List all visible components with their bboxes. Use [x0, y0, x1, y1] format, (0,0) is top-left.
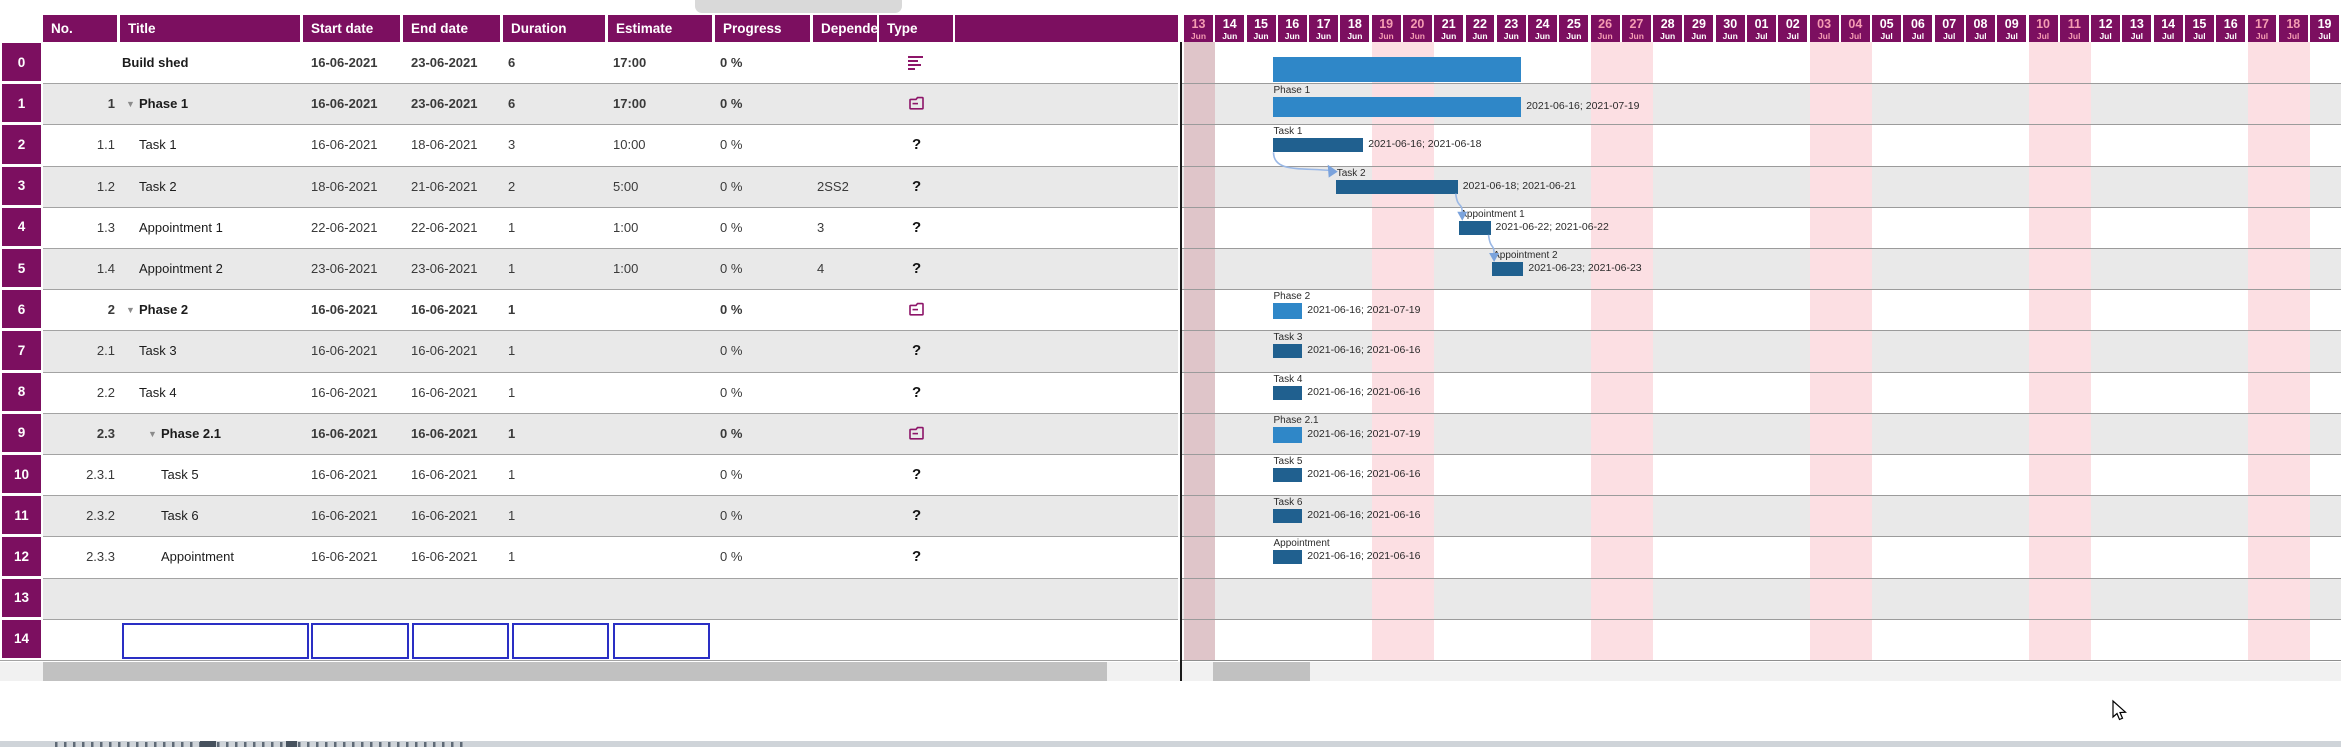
grid-chart-splitter[interactable] — [1180, 42, 1182, 681]
bottom-strip-ticks — [55, 742, 465, 747]
chart-hscrollbar-thumb[interactable] — [1213, 662, 1310, 681]
chart-bottom-border — [1180, 660, 2341, 661]
bottom-taskbar-sliver — [0, 741, 2341, 747]
chart-hscrollbar-track[interactable] — [1182, 662, 2341, 681]
bottom-strip-chip — [200, 741, 216, 747]
dependency-connectors — [0, 0, 2341, 747]
gantt-application: No.TitleStart dateEnd dateDurationEstima… — [0, 0, 2341, 747]
bottom-strip-chip — [286, 741, 297, 747]
mouse-cursor — [2112, 700, 2130, 722]
grid-hscrollbar-thumb[interactable] — [43, 662, 1107, 681]
